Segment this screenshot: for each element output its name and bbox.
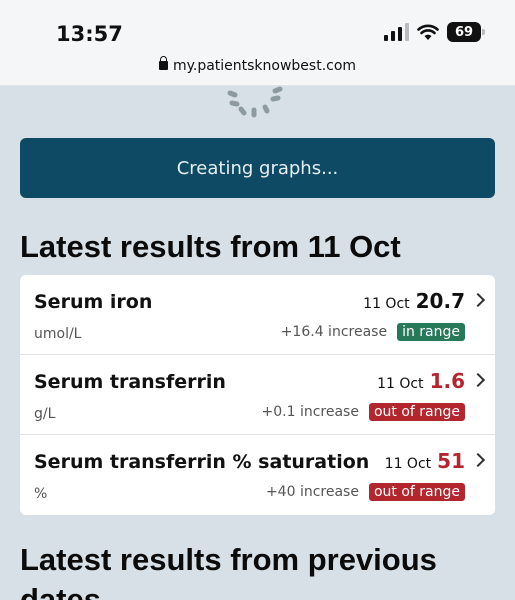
chevron-right-icon [470, 292, 486, 308]
cellular-signal-icon [384, 23, 409, 41]
address-bar[interactable]: my.patientsknowbest.com [0, 56, 515, 74]
lock-icon [158, 56, 168, 70]
result-name: Serum transferrin % saturation [34, 451, 370, 473]
result-row-serum-transferrin[interactable]: Serum transferrin g/L 11 Oct 1.6 +0.1 in… [20, 355, 495, 435]
result-value: 51 [437, 449, 465, 473]
status-time: 13:57 [56, 22, 123, 46]
result-unit: g/L [34, 406, 56, 422]
result-date: 11 Oct [377, 376, 424, 392]
previous-results-title: Latest results from previous dates [20, 542, 437, 600]
result-row-serum-iron[interactable]: Serum iron umol/L 11 Oct 20.7 +16.4 incr… [20, 275, 495, 355]
wifi-icon [417, 24, 439, 40]
battery-icon: 69 [447, 22, 485, 42]
result-change: +40 increase [265, 484, 359, 500]
result-value: 20.7 [415, 289, 465, 313]
result-change: +0.1 increase [261, 404, 359, 420]
chevron-right-icon [470, 452, 486, 468]
result-unit: % [34, 486, 48, 502]
chevron-right-icon [470, 372, 486, 388]
creating-graphs-banner: Creating graphs... [20, 138, 495, 198]
result-date: 11 Oct [384, 456, 432, 472]
loading-spinner-icon [227, 86, 283, 118]
result-change: +16.4 increase [280, 324, 388, 340]
latest-results-title: Latest results from 11 Oct [20, 229, 401, 264]
results-list: Serum iron umol/L 11 Oct 20.7 +16.4 incr… [20, 275, 495, 515]
status-icons: 69 [384, 22, 485, 42]
result-name: Serum transferrin [34, 371, 226, 393]
status-badge: out of range [368, 403, 465, 421]
url-text: my.patientsknowbest.com [172, 58, 357, 74]
result-date: 11 Oct [363, 296, 410, 312]
status-badge: out of range [368, 483, 465, 501]
result-name: Serum iron [34, 291, 153, 313]
result-value: 1.6 [429, 369, 465, 393]
battery-level: 69 [454, 24, 474, 40]
status-badge: in range [397, 323, 465, 341]
result-row-serum-transferrin-saturation[interactable]: Serum transferrin % saturation % 11 Oct … [20, 435, 495, 515]
result-unit: umol/L [34, 326, 82, 342]
status-bar: 13:57 69 my.patientsknowbest.com [0, 0, 515, 86]
